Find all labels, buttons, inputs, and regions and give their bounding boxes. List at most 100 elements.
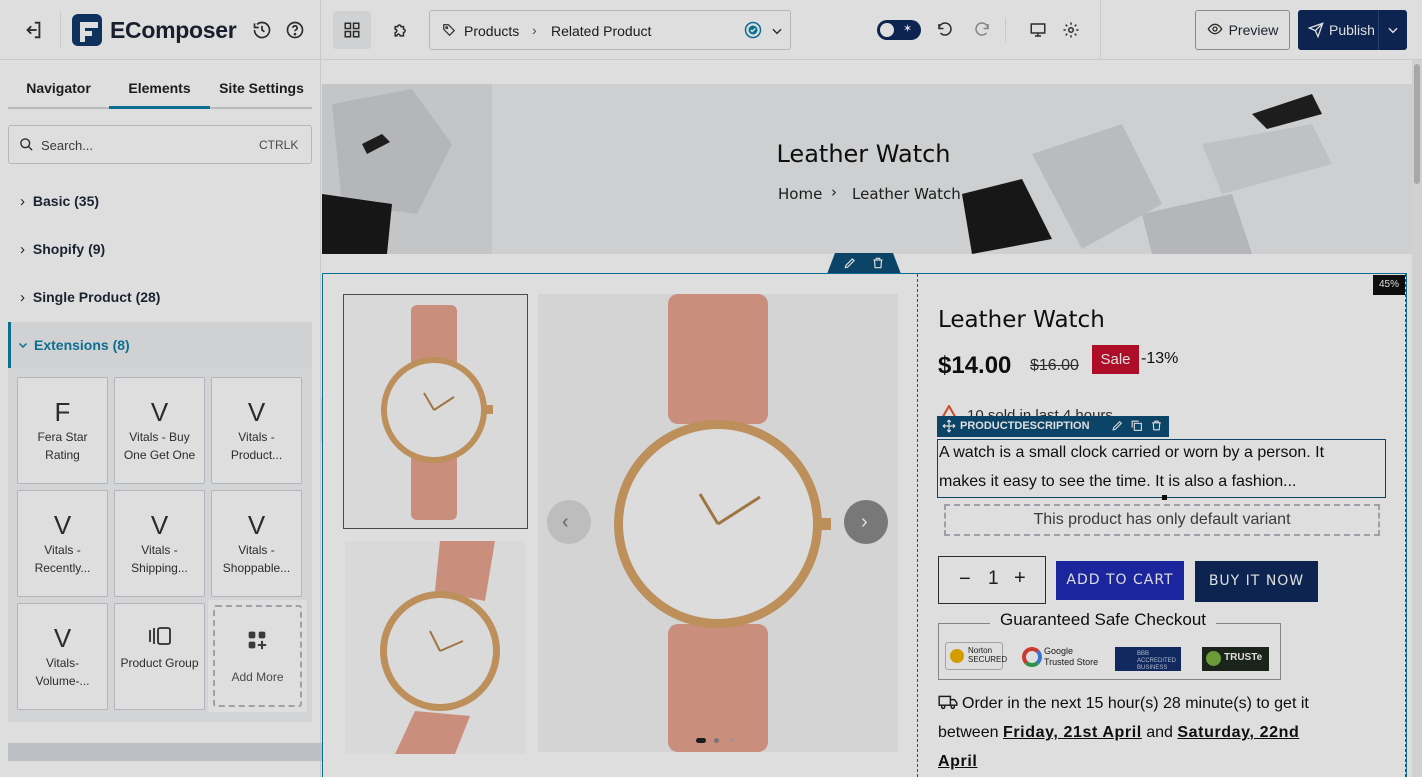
add-more-label: Add More: [231, 670, 284, 684]
add-more-icon: [247, 630, 267, 655]
tab-site-settings[interactable]: Site Settings: [210, 60, 313, 108]
add-more-button[interactable]: Add More: [208, 600, 307, 712]
element-type-label: PRODUCTDESCRIPTION: [960, 420, 1090, 432]
carousel-dot-active[interactable]: [696, 738, 706, 743]
publish-button[interactable]: Publish: [1298, 10, 1407, 50]
check-circle-icon: [744, 21, 762, 42]
element-toolbar: PRODUCTDESCRIPTION: [937, 416, 1169, 437]
extensions-puzzle-icon[interactable]: [382, 11, 420, 49]
extension-label: Vitals - Shoppable...: [222, 543, 291, 575]
category-basic-label: Basic (35): [32, 193, 100, 209]
thumbnail-2[interactable]: [345, 541, 526, 754]
category-single-product-label: Single Product (28): [32, 289, 161, 305]
watch-thumbnail-image: [381, 305, 493, 520]
vitals-glyph: V: [53, 510, 72, 540]
settings-gear-icon[interactable]: [1052, 11, 1090, 49]
scrollbar-thumb[interactable]: [1414, 64, 1420, 184]
extension-label: Vitals - Shipping...: [131, 543, 188, 575]
trash-icon[interactable]: [1150, 419, 1163, 437]
search-input[interactable]: Search...: [41, 138, 93, 153]
quantity-value[interactable]: 1: [988, 568, 999, 590]
chevron-down-icon[interactable]: [770, 24, 784, 41]
extension-label: Vitals - Recently...: [34, 543, 91, 575]
description-line-1: A watch is a small clock carried or worn…: [939, 444, 1325, 461]
main-product-image[interactable]: ‹ ›: [538, 294, 898, 752]
delivery-estimate-line-1: Order in the next 15 hour(s) 28 minute(s…: [962, 695, 1309, 712]
thumbnail-1[interactable]: [343, 294, 528, 529]
search-icon: [19, 137, 34, 157]
tab-navigator[interactable]: Navigator: [8, 60, 109, 108]
chevron-right-icon: ›: [861, 511, 868, 533]
canvas-scrollbar[interactable]: [1412, 60, 1422, 777]
quantity-stepper[interactable]: − 1 +: [938, 556, 1046, 604]
banner-title: Leather Watch: [776, 140, 951, 168]
corner-badge: 45%: [1373, 275, 1405, 295]
redo-icon[interactable]: [963, 11, 1001, 49]
pencil-icon[interactable]: [1111, 419, 1124, 437]
extension-product-group[interactable]: Product Group: [114, 603, 205, 710]
vitals-glyph: V: [53, 623, 72, 653]
breadcrumb-root[interactable]: Products: [464, 23, 519, 39]
norton-badge-text: Norton SECURED: [968, 646, 1008, 664]
layout-grid-icon[interactable]: [333, 11, 371, 49]
extension-vitals-recently[interactable]: V Vitals - Recently...: [17, 490, 108, 597]
extension-vitals-product[interactable]: V Vitals - Product...: [211, 377, 302, 484]
duplicate-icon[interactable]: [1130, 419, 1143, 437]
chevron-right-icon: ›: [20, 193, 25, 210]
resize-handle[interactable]: [1162, 495, 1167, 500]
chevron-down-icon: [17, 338, 29, 356]
banner: Leather Watch Home › Leather Watch: [322, 84, 1412, 254]
page-breadcrumb-selector[interactable]: Products › Related Product: [429, 10, 791, 50]
extension-label: Vitals-Volume-...: [35, 656, 90, 688]
carousel-next-button[interactable]: ›: [844, 500, 888, 544]
extension-vitals-shipping[interactable]: V Vitals - Shipping...: [114, 490, 205, 597]
carousel-dot[interactable]: [714, 738, 719, 743]
elements-sidebar: Navigator Elements Site Settings Search.…: [0, 60, 354, 777]
search-box[interactable]: Search... CTRLK: [8, 125, 312, 164]
norton-badge: Norton SECURED: [945, 642, 1007, 670]
extension-label: Vitals - Buy One Get One: [123, 430, 196, 462]
delivery-date-end-month: April: [938, 753, 978, 770]
extension-vitals-volume[interactable]: V Vitals-Volume-...: [17, 603, 108, 710]
preview-label: Preview: [1228, 22, 1279, 38]
category-shopify[interactable]: › Shopify (9): [20, 241, 105, 258]
carousel-prev-button[interactable]: ‹: [547, 500, 591, 544]
undo-icon[interactable]: [926, 11, 964, 49]
carousel-dot[interactable]: [730, 739, 733, 742]
delivery-between: between: [938, 724, 999, 741]
publish-dropdown-chevron-icon[interactable]: [1386, 23, 1400, 40]
buy-it-now-button[interactable]: BUY IT NOW: [1195, 561, 1318, 602]
exit-icon[interactable]: [14, 11, 52, 49]
extension-vitals-shoppable[interactable]: V Vitals - Shoppable...: [211, 490, 302, 597]
category-shopify-label: Shopify (9): [32, 241, 106, 257]
dark-mode-toggle[interactable]: ✶: [877, 20, 921, 40]
extension-label: Product Group: [120, 656, 199, 670]
add-to-cart-button[interactable]: ADD TO CART: [1056, 561, 1184, 600]
discount-text: -13%: [1141, 350, 1179, 367]
tab-elements[interactable]: Elements: [109, 60, 210, 108]
category-extensions[interactable]: Extensions (8): [8, 322, 312, 368]
category-basic[interactable]: › Basic (35): [20, 193, 99, 210]
help-icon[interactable]: [276, 11, 314, 49]
move-icon[interactable]: [942, 419, 956, 438]
category-single-product[interactable]: › Single Product (28): [20, 289, 160, 306]
fera-glyph: F: [54, 397, 71, 427]
send-icon: [1307, 22, 1324, 41]
extension-label: Fera Star Rating: [37, 430, 88, 462]
search-shortcut: CTRLK: [259, 138, 299, 152]
chevron-right-icon: ›: [20, 289, 25, 306]
quantity-plus-button[interactable]: +: [1014, 567, 1026, 590]
eye-icon: [1207, 21, 1223, 40]
extension-fera-star-rating[interactable]: F Fera Star Rating: [17, 377, 108, 484]
delivery-and: and: [1146, 724, 1173, 741]
preview-button[interactable]: Preview: [1195, 10, 1290, 50]
quantity-minus-button[interactable]: −: [959, 568, 971, 591]
vitals-glyph: V: [247, 397, 266, 427]
breadcrumb-current[interactable]: Related Product: [551, 23, 651, 39]
sparkle-icon: ✶: [903, 23, 913, 35]
extension-vitals-bogo[interactable]: V Vitals - Buy One Get One: [114, 377, 205, 484]
product-description[interactable]: A watch is a small clock carried or worn…: [937, 439, 1386, 500]
banner-breadcrumb-home[interactable]: Home: [778, 185, 822, 203]
banner-breadcrumb-current: Leather Watch: [852, 185, 961, 203]
section-toolbar: [827, 253, 901, 274]
